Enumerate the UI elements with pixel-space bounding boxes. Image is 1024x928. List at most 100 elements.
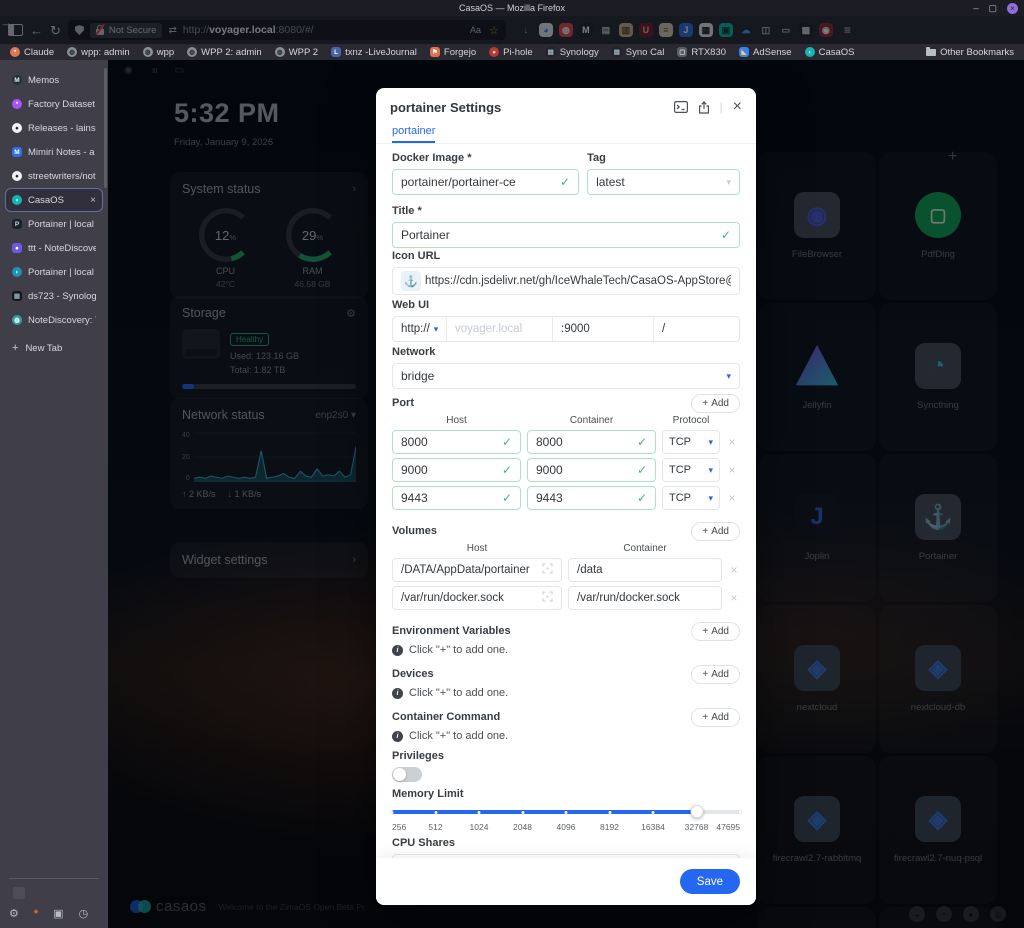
bookmark-item[interactable]: ⚑ Forgejo — [429, 47, 476, 58]
bookmark-item[interactable]: ▤ Syno Cal — [611, 47, 664, 58]
library-icon[interactable]: ▣ — [53, 907, 63, 920]
docker-image-input[interactable] — [401, 175, 556, 189]
bookmark-item[interactable]: * Claude — [10, 47, 54, 58]
volume-host-input[interactable] — [401, 564, 538, 576]
sidebar-tab[interactable]: ◗ Portainer | local — [5, 260, 103, 284]
bookmark-item[interactable]: ● Pi-hole — [489, 47, 533, 58]
memory-limit-slider[interactable] — [390, 805, 742, 819]
bookmark-item[interactable]: L txnz -LiveJournal — [331, 47, 417, 58]
port-container-input[interactable] — [536, 463, 633, 477]
host-input[interactable]: voyager.local — [447, 317, 553, 341]
sidebar-tab[interactable]: ◖ CasaOS × — [5, 188, 103, 212]
history-clock-icon[interactable]: ◷ — [79, 907, 89, 920]
export-icon[interactable] — [698, 100, 710, 114]
remove-port-icon[interactable]: × — [726, 435, 738, 449]
port-host-wrap: ✓ — [392, 430, 521, 454]
bookmark-item[interactable]: ◍ wpp — [142, 47, 174, 58]
slider-tick — [521, 810, 524, 814]
port-input[interactable]: :9000 — [553, 317, 654, 341]
path-input[interactable]: / — [654, 317, 739, 341]
protocol-select[interactable]: TCP ▾ — [662, 458, 720, 482]
port-row: ✓ ✓ TCP ▾ × — [392, 458, 740, 482]
close-modal-icon[interactable]: × — [733, 99, 742, 115]
port-host-input[interactable] — [401, 491, 498, 505]
title-input-wrap: ✓ — [392, 222, 740, 248]
sidebar-tab[interactable]: ◍ NoteDiscovery: You — [5, 308, 103, 332]
protocol-select[interactable]: TCP ▾ — [662, 430, 720, 454]
scheme-select[interactable]: http:// ▾ — [393, 317, 447, 341]
add-device-button[interactable]: + Add — [691, 665, 740, 684]
bookmark-item[interactable]: ◍ WPP 2 — [274, 47, 318, 58]
title-label: Title * — [392, 205, 422, 217]
port-label: Port — [392, 397, 414, 409]
remove-volume-icon[interactable]: × — [728, 563, 740, 577]
memory-slider-handle[interactable] — [690, 805, 703, 818]
check-icon: ✓ — [636, 491, 647, 505]
protocol-select[interactable]: TCP ▾ — [662, 486, 720, 510]
privileges-toggle[interactable] — [392, 767, 422, 782]
save-button[interactable]: Save — [679, 869, 740, 894]
icon-url-input[interactable]: https://cdn.jsdelivr.net/gh/IceWhaleTech… — [425, 275, 731, 287]
volume-row: × — [392, 586, 740, 610]
folder-picker-icon[interactable] — [542, 563, 553, 577]
remove-port-icon[interactable]: × — [726, 463, 738, 477]
sidebar-tab[interactable]: P Portainer | local — [5, 212, 103, 236]
memory-tick-label: 8192 — [600, 822, 619, 832]
port-container-input[interactable] — [536, 435, 633, 449]
sidebar-tab[interactable]: ● ttt - NoteDiscovery — [5, 236, 103, 260]
bookmark-favicon: ▤ — [611, 47, 622, 57]
sidebar-tab[interactable]: ● Releases - lainsce/n — [5, 116, 103, 140]
tab-portainer[interactable]: portainer — [392, 118, 436, 143]
sidebar-tab[interactable]: M Memos — [5, 68, 103, 92]
volume-container-input[interactable] — [577, 564, 713, 576]
port-host-input[interactable] — [401, 435, 498, 449]
sidebar-tab[interactable]: M Mimiri Notes - a sec — [5, 140, 103, 164]
network-select[interactable]: bridge ▾ — [392, 363, 740, 389]
port-host-input[interactable] — [401, 463, 498, 477]
bookmark-item[interactable]: ◍ WPP 2: admin — [187, 47, 262, 58]
bookmark-favicon: ◍ — [142, 47, 153, 57]
bookmark-favicon: * — [10, 47, 20, 57]
settings-gear-icon[interactable]: ⚙ — [9, 907, 19, 920]
tab-favicon: ▦ — [12, 291, 22, 301]
bookmark-item[interactable]: ▢ RTX830 — [677, 47, 726, 58]
tab-favicon: P — [12, 219, 22, 229]
memory-tick-label: 1024 — [469, 822, 489, 832]
sidebar-tab[interactable]: ● streetwriters/notes — [5, 164, 103, 188]
bookmark-item[interactable]: ◖ CasaOS — [804, 47, 855, 58]
title-input[interactable] — [401, 228, 717, 242]
env-vars-hint: i Click "+" to add one. — [392, 644, 740, 656]
minimize-button[interactable]: – — [973, 2, 978, 14]
bookmark-item[interactable]: ◣ AdSense — [739, 47, 792, 58]
tab-close-icon[interactable]: × — [90, 195, 96, 206]
sidebar-tab[interactable]: ▦ ds723 - Synology NA — [5, 284, 103, 308]
volume-host-wrap — [392, 558, 562, 582]
volume-host-input[interactable] — [401, 592, 538, 604]
add-command-button[interactable]: + Add — [691, 708, 740, 727]
remove-volume-icon[interactable]: × — [728, 591, 740, 605]
tag-select[interactable]: latest ▾ — [587, 169, 740, 195]
terminal-logs-icon[interactable] — [673, 101, 688, 113]
add-env-var-button[interactable]: + Add — [691, 622, 740, 641]
remove-port-icon[interactable]: × — [726, 491, 738, 505]
screen: CasaOS — Mozilla Firefox – ▢ × ← → ↻ Not… — [0, 0, 1024, 928]
add-volume-button[interactable]: + Add — [691, 522, 740, 541]
sidebar-tab[interactable]: * Factory Dataset > C — [5, 92, 103, 116]
slider-tick — [390, 810, 394, 814]
new-tab-button[interactable]: + New Tab — [5, 336, 103, 360]
bookmark-item[interactable]: ◍ wpp: admin — [67, 47, 130, 58]
close-window-button[interactable]: × — [1007, 2, 1018, 14]
volume-container-input[interactable] — [577, 592, 713, 604]
maximize-button[interactable]: ▢ — [988, 2, 997, 14]
memory-tick-label: 47695 — [716, 822, 740, 832]
folder-picker-icon[interactable] — [542, 591, 553, 605]
volume-container-wrap — [568, 586, 722, 610]
sidebar-scrollbar[interactable] — [104, 68, 107, 188]
other-bookmarks[interactable]: Other Bookmarks — [926, 46, 1014, 58]
add-port-button[interactable]: + Add — [691, 394, 740, 413]
firefox-ext-icon[interactable]: * — [34, 908, 38, 920]
bookmark-item[interactable]: ▤ Synology — [545, 47, 599, 58]
port-host-wrap: ✓ — [392, 458, 521, 482]
forward-button[interactable]: → — [0, 16, 1024, 44]
port-container-input[interactable] — [536, 491, 633, 505]
